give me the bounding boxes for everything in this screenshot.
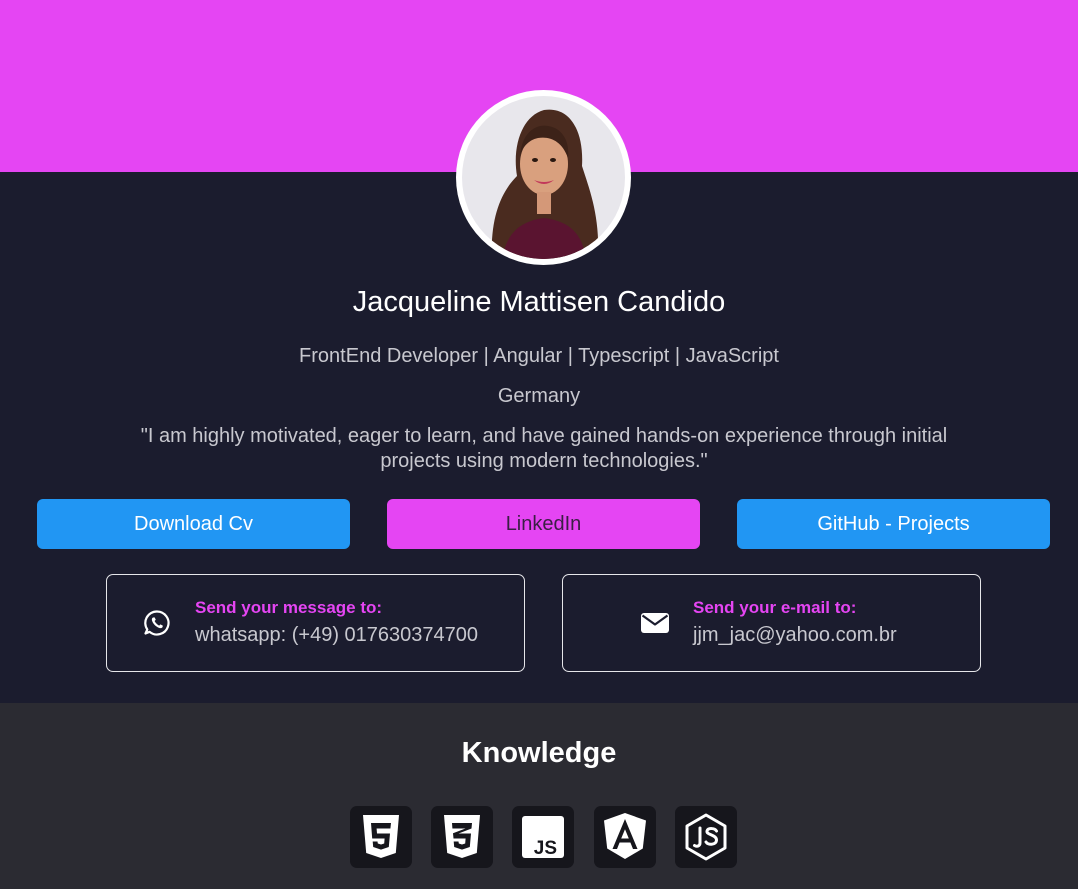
knowledge-section: Knowledge JS	[0, 703, 1078, 889]
nodejs-icon	[675, 806, 737, 868]
whatsapp-title: Send your message to:	[195, 598, 383, 617]
download-cv-button[interactable]: Download Cv	[37, 499, 350, 549]
svg-text:JS: JS	[534, 838, 557, 859]
profile-quote: "I am highly motivated, eager to learn, …	[140, 425, 948, 472]
angular-icon	[594, 806, 656, 868]
whatsapp-contact-card[interactable]: Send your message to: whatsapp: (+49) 01…	[106, 574, 525, 672]
linkedin-button[interactable]: LinkedIn	[387, 499, 700, 549]
profile-name: Jacqueline Mattisen Candido	[352, 286, 726, 318]
envelope-icon	[640, 609, 669, 637]
github-projects-button[interactable]: GitHub - Projects	[737, 499, 1050, 549]
html5-icon	[350, 806, 412, 868]
email-contact-card[interactable]: Send your e-mail to: jjm_jac@yahoo.com.b…	[562, 574, 981, 672]
email-address[interactable]: jjm_jac@yahoo.com.br	[693, 624, 897, 647]
whatsapp-number[interactable]: whatsapp: (+49) 017630374700	[195, 624, 478, 647]
css3-icon	[431, 806, 493, 868]
knowledge-title: Knowledge	[461, 737, 617, 769]
whatsapp-icon	[143, 609, 171, 637]
javascript-icon: JS	[512, 806, 574, 868]
profile-headline: FrontEnd Developer | Angular | Typescrip…	[299, 345, 779, 367]
email-title: Send your e-mail to:	[693, 598, 857, 617]
avatar-photo	[462, 96, 625, 259]
profile-location: Germany	[497, 385, 581, 407]
avatar	[456, 90, 631, 265]
